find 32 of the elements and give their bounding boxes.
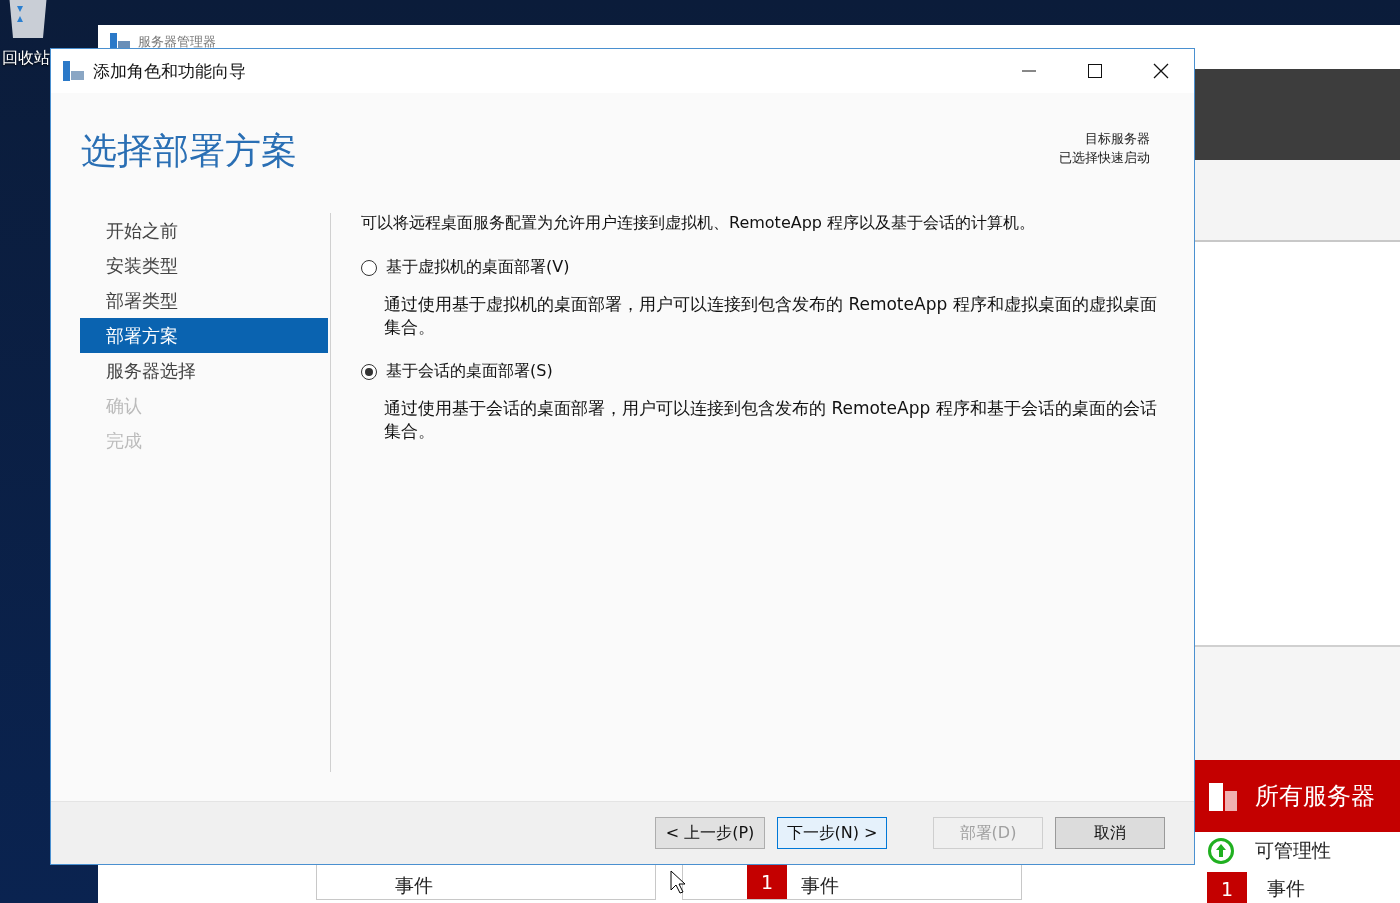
window-title: 服务器管理器 <box>138 33 216 49</box>
wizard-step[interactable]: 服务器选择 <box>80 353 328 388</box>
option-description: 通过使用基于会话的桌面部署，用户可以连接到包含发布的 RemoteApp 程序和基于会话的桌面的会话集合。 <box>384 397 1158 443</box>
wizard-step[interactable]: 部署方案 <box>80 318 328 353</box>
option-description: 通过使用基于虚拟机的桌面部署，用户可以连接到包含发布的 RemoteApp 程序和虚拟桌面的虚拟桌面集合。 <box>384 293 1158 339</box>
wizard-button[interactable]: < 上一步(P) <box>655 817 765 849</box>
desktop-icon-label[interactable]: 回收站 <box>2 48 50 69</box>
window-title: 添加角色和功能向导 <box>93 59 247 83</box>
wizard-step[interactable]: 安装类型 <box>80 248 328 283</box>
target-server-text: 已选择快速启动 <box>1059 149 1150 167</box>
target-server-text: 目标服务器 <box>1085 130 1150 148</box>
wizard-button[interactable]: 取消 <box>1055 817 1165 849</box>
radio-button[interactable] <box>361 363 377 380</box>
count-badge: 1 <box>1207 872 1247 903</box>
wizard-step[interactable]: 开始之前 <box>80 213 328 248</box>
tile-row-label[interactable]: 事件 <box>801 873 839 899</box>
count-badge: 1 <box>747 865 787 899</box>
server-manager-icon <box>110 33 130 49</box>
wizard-icon <box>63 61 85 81</box>
close-icon <box>1153 63 1169 79</box>
wizard-step[interactable]: 部署类型 <box>80 283 328 318</box>
tile-row-label[interactable]: 事件 <box>395 873 433 899</box>
page-title: 选择部署方案 <box>81 129 297 173</box>
tile-row-label[interactable]: 事件 <box>1267 876 1305 902</box>
servers-icon <box>1209 781 1239 811</box>
maximize-icon <box>1088 64 1102 78</box>
option-label[interactable]: 基于虚拟机的桌面部署(V) <box>386 257 570 278</box>
tile-row-label[interactable]: 可管理性 <box>1255 838 1331 864</box>
description-text: 可以将远程桌面服务配置为允许用户连接到虚拟机、RemoteApp 程序以及基于会话的计算机。 <box>361 213 1037 233</box>
wizard-button[interactable]: 下一步(N) > <box>777 817 887 849</box>
radio-button[interactable] <box>361 259 377 276</box>
option-label[interactable]: 基于会话的桌面部署(S) <box>386 361 553 382</box>
